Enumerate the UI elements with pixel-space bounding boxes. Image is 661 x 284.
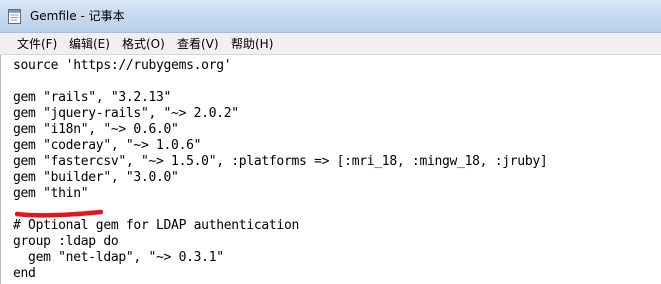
code-line: gem "builder", "3.0.0" <box>13 170 179 185</box>
code-line: end <box>13 266 36 281</box>
code-line: gem "jquery-rails", "~> 2.0.2" <box>13 106 239 121</box>
menu-view[interactable]: 查看(V) <box>177 36 219 52</box>
code-line: gem "net-ldap", "~> 0.3.1" <box>13 250 224 265</box>
code-line: gem "i18n", "~> 0.6.0" <box>13 122 179 137</box>
code-line: source 'https://rubygems.org' <box>13 58 232 73</box>
notepad-window: Gemfile - 记事本 文件(F) 编辑(E) 格式(O) 查看(V) 帮助… <box>0 0 661 284</box>
title-bar[interactable]: Gemfile - 记事本 <box>0 0 661 33</box>
menu-format[interactable]: 格式(O) <box>122 36 165 52</box>
menu-help[interactable]: 帮助(H) <box>231 36 273 52</box>
code-line: gem "fastercsv", "~> 1.5.0", :platforms … <box>13 154 548 169</box>
menu-edit[interactable]: 编辑(E) <box>69 36 110 52</box>
menu-file[interactable]: 文件(F) <box>17 36 57 52</box>
notepad-icon <box>8 9 21 24</box>
code-line: gem "coderay", "~> 1.0.6" <box>13 138 202 153</box>
code-line: gem "rails", "3.2.13" <box>13 90 172 105</box>
code-line-highlighted: gem "thin" <box>13 186 89 201</box>
menu-bar: 文件(F) 编辑(E) 格式(O) 查看(V) 帮助(H) <box>0 33 661 55</box>
text-editor-area[interactable]: source 'https://rubygems.org' gem "rails… <box>0 55 661 284</box>
code-line: group :ldap do <box>13 234 119 249</box>
window-title: Gemfile - 记事本 <box>30 9 125 23</box>
red-underline-annotation <box>15 209 103 218</box>
